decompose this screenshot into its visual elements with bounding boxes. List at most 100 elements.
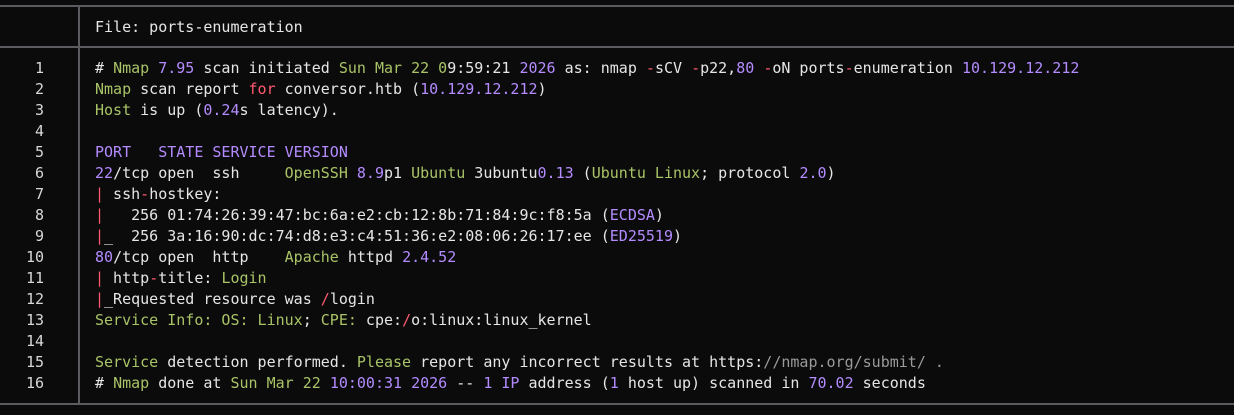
code-token: ) (537, 80, 547, 98)
code-token: # (95, 374, 114, 392)
line-number: 2 (34, 80, 44, 98)
line-number: 8 (34, 206, 44, 224)
code-token: ssh (104, 185, 141, 203)
code-token: 2026 (519, 59, 556, 77)
code-token: 10.129.12.212 (962, 59, 1080, 77)
code-token: 2026 (411, 374, 448, 392)
code-token: ECDSA (609, 206, 655, 224)
code-token: 2.0 (799, 164, 827, 182)
code-token: scan initiated (194, 59, 339, 77)
code-token: ) (672, 227, 683, 245)
code-token: - (645, 59, 655, 77)
code-line: # Nmap done at Sun Mar 22 10:00:31 2026 … (95, 373, 1225, 394)
code-line: PORT STATE SERVICE VERSION (95, 142, 1225, 163)
code-token: ED25519 (609, 227, 673, 245)
code-token: 7.95 (158, 59, 195, 77)
line-number: 4 (34, 122, 44, 140)
line-number: 3 (34, 101, 44, 119)
line-number: 15 (25, 353, 44, 371)
code-token: login (329, 290, 375, 308)
code-token: address ( (519, 374, 610, 392)
code-token: s latency). (239, 101, 339, 119)
line-number: 16 (25, 374, 44, 392)
code-token: 22 (95, 164, 114, 182)
code-token: IP (501, 374, 520, 392)
code-token: title: (158, 269, 222, 287)
code-token: Please (356, 353, 412, 371)
code-token: p22, (700, 59, 737, 77)
code-token: 80 (736, 59, 755, 77)
code-token: / (320, 290, 330, 308)
code-token: _ 256 3a:16:90:dc:74:d8:e3:c4:51:36:e2:0… (104, 227, 610, 245)
code-token: - (691, 59, 701, 77)
code-token: 0.13 (537, 164, 574, 182)
code-token: hostkey: (149, 185, 222, 203)
code-line: | http-title: Login (95, 268, 1225, 289)
code-token: 10.129.12.212 (420, 80, 538, 98)
code-token: Apache (284, 248, 339, 266)
code-token: Nmap (113, 374, 150, 392)
code-token: Ubuntu Linux (591, 164, 701, 182)
bottom-border (0, 403, 1234, 405)
code-token: ) (654, 206, 664, 224)
code-line: |_Requested resource was /login (95, 289, 1225, 310)
code-token: is up ( (131, 101, 204, 119)
gutter-divider (78, 47, 80, 405)
code-token: OpenSSH (284, 164, 348, 182)
code-token: Service (95, 353, 159, 371)
code-token: detection performed. (158, 353, 357, 371)
code-token: 0.24 (203, 101, 240, 119)
code-token: http (104, 269, 150, 287)
code-token: ; protocol (700, 164, 800, 182)
code-token: Nmap (95, 80, 132, 98)
code-token: sCV (654, 59, 692, 77)
code-token: # (95, 59, 114, 77)
code-token: enumeration (853, 59, 962, 77)
top-border (0, 5, 1234, 7)
code-token: 3ubuntu (465, 164, 538, 182)
code-token: Ubuntu (411, 164, 466, 182)
code-line: | ssh-hostkey: (95, 184, 1225, 205)
code-token: ( (573, 164, 592, 182)
line-number: 9 (34, 227, 44, 245)
code-token: oN ports (772, 59, 845, 77)
code-token: p1 (384, 164, 412, 182)
line-number: 10 (25, 248, 44, 266)
code-token: 256 01:74:26:39:47:bc:6a:e2:cb:12:8b:71:… (104, 206, 610, 224)
code-token: conversor.htb ( (275, 80, 421, 98)
code-token: - (763, 59, 773, 77)
code-token: ) (826, 164, 836, 182)
code-line: # Nmap 7.95 scan initiated Sun Mar 22 09… (95, 58, 1225, 79)
code-line: Host is up (0.24s latency). (95, 100, 1225, 121)
header-divider (0, 46, 1234, 48)
code-token: report any incorrect results at https: (411, 353, 764, 371)
code-line: Service detection performed. Please repo… (95, 352, 1225, 373)
code-token: o:linux:linux_kernel (411, 311, 592, 329)
line-number-gutter: 1 2 3 4 5 6 7 8 9 10 11 12 13 14 15 16 (0, 58, 78, 394)
code-token: | (95, 206, 105, 224)
code-line: 80/tcp open http Apache httpd 2.4.52 (95, 247, 1225, 268)
code-token: scan report (131, 80, 249, 98)
code-token: | (95, 269, 105, 287)
code-token: 10:00:31 (329, 374, 403, 392)
code-token: Sun Mar 22 (230, 374, 321, 392)
code-token: / (402, 311, 412, 329)
code-token: //nmap.org/submit/ . (763, 353, 944, 371)
code-token: PORT STATE SERVICE VERSION (95, 143, 348, 161)
code-token: Service Info: OS: Linux (95, 311, 303, 329)
code-line: Service Info: OS: Linux; CPE: cpe:/o:lin… (95, 310, 1225, 331)
code-token: as: nmap (555, 59, 646, 77)
code-token: - (844, 59, 854, 77)
code-token: 9:59:21 (447, 59, 511, 77)
code-token: Nmap (113, 59, 150, 77)
code-token: ; (302, 311, 321, 329)
code-token: - (140, 185, 150, 203)
code-content: # Nmap 7.95 scan initiated Sun Mar 22 09… (95, 58, 1225, 394)
code-line: | 256 01:74:26:39:47:bc:6a:e2:cb:12:8b:7… (95, 205, 1225, 226)
code-token: /tcp open http (113, 248, 285, 266)
code-token: | (95, 185, 105, 203)
code-token: for (248, 80, 276, 98)
code-token: | (95, 227, 105, 245)
